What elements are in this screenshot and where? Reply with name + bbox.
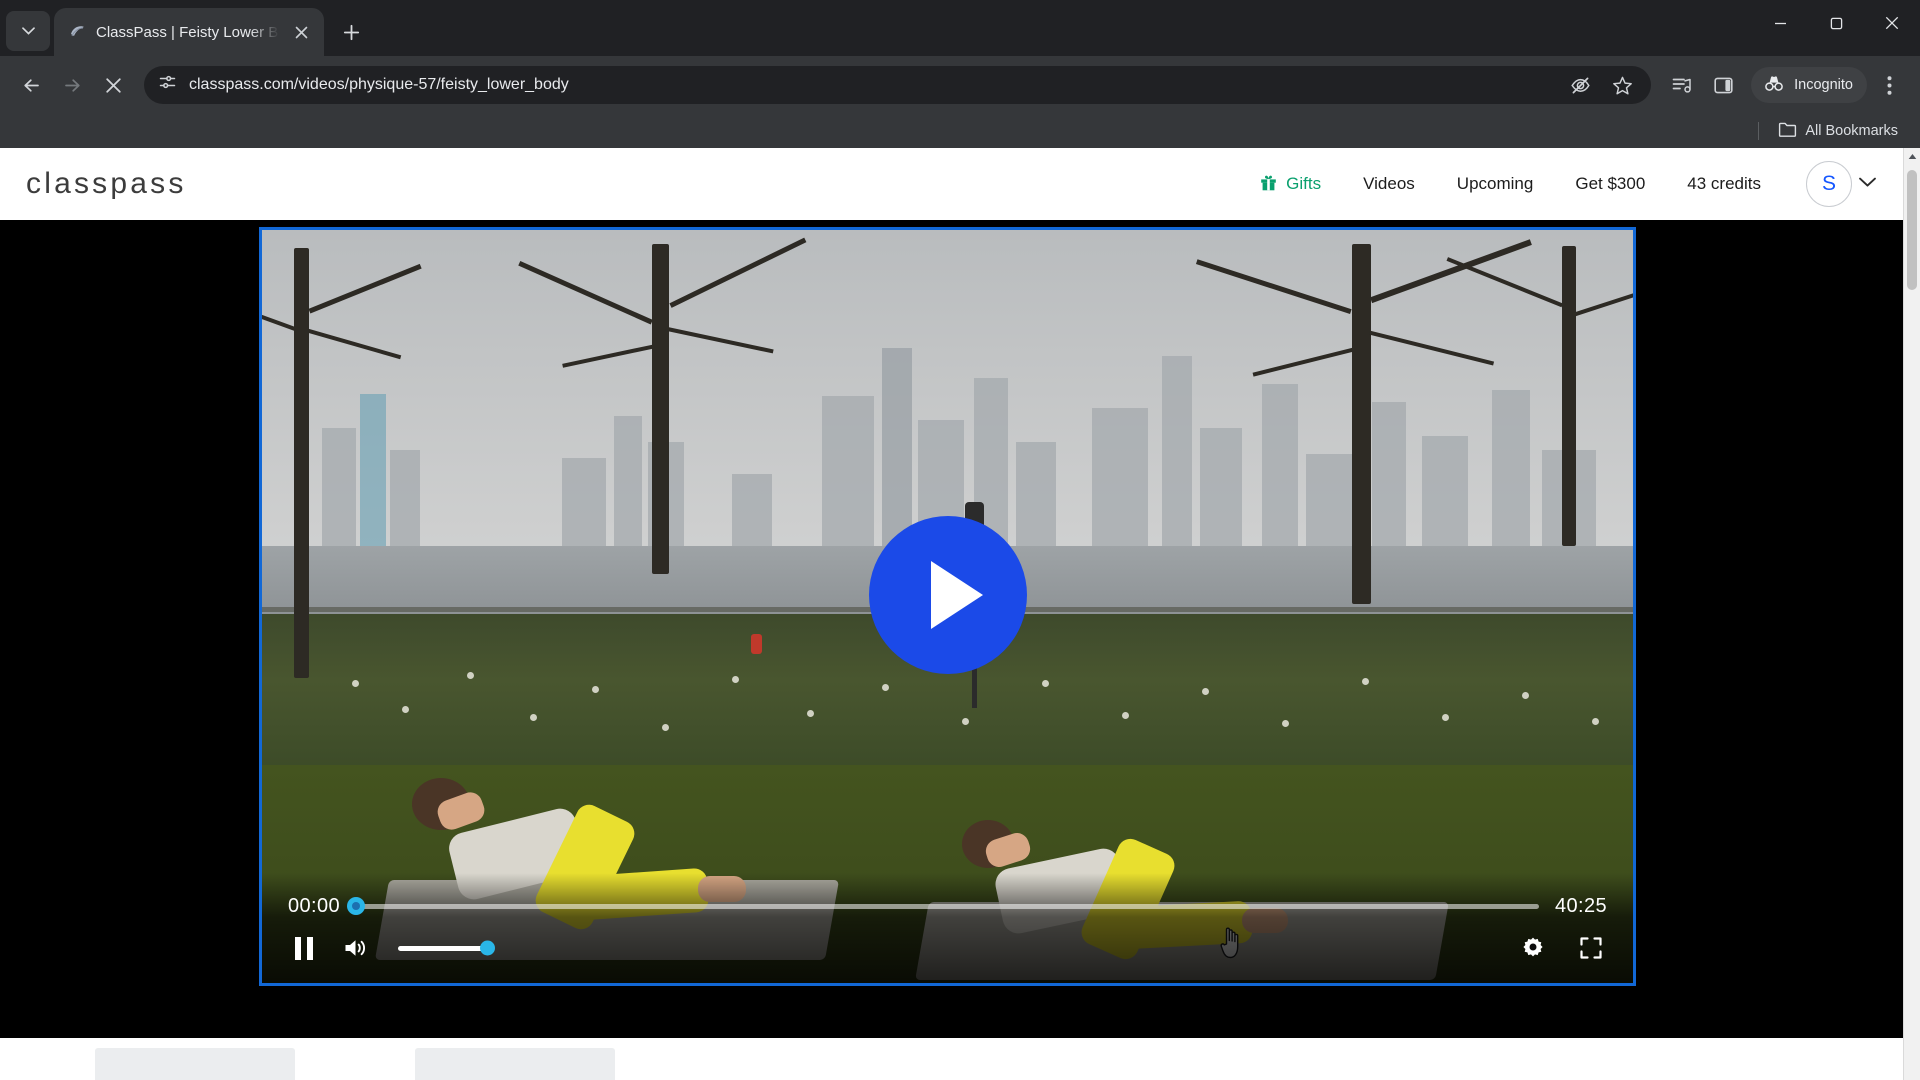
classpass-logo[interactable]: classpass bbox=[26, 167, 187, 201]
tab-close-button[interactable] bbox=[288, 19, 314, 45]
maximize-button[interactable] bbox=[1808, 0, 1864, 46]
minimize-button[interactable] bbox=[1752, 0, 1808, 46]
player-controls: 00:00 40:25 bbox=[262, 873, 1633, 983]
scrollbar-thumb[interactable] bbox=[1907, 170, 1917, 290]
video-player[interactable]: 00:00 40:25 bbox=[259, 227, 1636, 986]
star-icon[interactable] bbox=[1603, 66, 1641, 104]
nav-link-upcoming[interactable]: Upcoming bbox=[1436, 174, 1555, 194]
close-icon bbox=[295, 26, 307, 38]
arrow-left-icon bbox=[23, 78, 39, 92]
scroll-up-button[interactable] bbox=[1904, 148, 1920, 165]
folder-icon bbox=[1778, 121, 1797, 142]
nav-link-gifts[interactable]: Gifts bbox=[1239, 173, 1342, 196]
eye-slash-icon[interactable] bbox=[1561, 66, 1599, 104]
settings-button[interactable] bbox=[1517, 932, 1549, 964]
page-card-placeholder bbox=[415, 1048, 615, 1080]
play-button[interactable] bbox=[868, 516, 1027, 675]
url-text: classpass.com/videos/physique-57/feisty_… bbox=[189, 76, 569, 93]
incognito-hat-icon bbox=[1762, 74, 1786, 97]
pause-button[interactable] bbox=[288, 932, 320, 964]
new-tab-button[interactable] bbox=[334, 15, 368, 49]
window-controls bbox=[1752, 0, 1920, 46]
mute-button[interactable] bbox=[340, 932, 372, 964]
close-icon bbox=[1885, 16, 1899, 30]
bookmarks-bar: All Bookmarks bbox=[0, 114, 1920, 148]
browser-tab[interactable]: ClassPass | Feisty Lower Body w bbox=[54, 8, 324, 56]
page-settings-icon[interactable] bbox=[158, 73, 177, 97]
all-bookmarks-label: All Bookmarks bbox=[1805, 123, 1898, 139]
browser-window: ClassPass | Feisty Lower Body w bbox=[0, 0, 1920, 1080]
site-header: classpass Gifts Videos Upcoming Get $300… bbox=[0, 148, 1903, 220]
volume-handle[interactable] bbox=[480, 940, 495, 956]
pause-icon bbox=[295, 936, 313, 960]
gift-icon bbox=[1260, 173, 1277, 196]
nav-link-videos[interactable]: Videos bbox=[1342, 174, 1436, 194]
minimize-icon bbox=[1774, 22, 1786, 24]
chevron-down-icon bbox=[21, 27, 35, 35]
nav-link-get-300[interactable]: Get $300 bbox=[1554, 174, 1666, 194]
seek-row: 00:00 40:25 bbox=[288, 873, 1607, 925]
video-stage: 00:00 40:25 bbox=[0, 220, 1903, 1038]
page-scrollbar[interactable] bbox=[1903, 148, 1920, 1080]
play-triangle-icon bbox=[930, 561, 983, 630]
back-button[interactable] bbox=[12, 66, 50, 104]
fullscreen-button[interactable] bbox=[1575, 932, 1607, 964]
forward-button bbox=[53, 66, 91, 104]
volume-slider[interactable] bbox=[398, 940, 495, 956]
close-icon bbox=[105, 77, 121, 93]
plus-icon bbox=[343, 24, 359, 40]
below-fold-strip bbox=[0, 1038, 1903, 1080]
tab-strip: ClassPass | Feisty Lower Body w bbox=[0, 0, 1920, 56]
account-menu[interactable]: S bbox=[1782, 161, 1877, 207]
avatar: S bbox=[1806, 161, 1852, 207]
three-dot-menu-icon[interactable] bbox=[1870, 66, 1908, 104]
control-buttons-row bbox=[288, 925, 1607, 971]
tab-title: ClassPass | Feisty Lower Body w bbox=[96, 23, 279, 41]
tab-search-button[interactable] bbox=[6, 11, 50, 51]
classpass-page: classpass Gifts Videos Upcoming Get $300… bbox=[0, 148, 1903, 1080]
close-window-button[interactable] bbox=[1864, 0, 1920, 46]
page-card-placeholder bbox=[95, 1048, 295, 1080]
maximize-icon bbox=[1830, 17, 1842, 29]
classpass-favicon bbox=[68, 23, 87, 42]
gear-icon bbox=[1523, 937, 1543, 957]
incognito-label: Incognito bbox=[1794, 77, 1853, 93]
current-time-label: 00:00 bbox=[288, 894, 341, 917]
seek-handle[interactable] bbox=[347, 897, 366, 915]
side-panel-icon[interactable] bbox=[1704, 66, 1742, 104]
omnibox-actions bbox=[1561, 66, 1641, 104]
incognito-indicator[interactable]: Incognito bbox=[1751, 67, 1867, 103]
site-nav: Gifts Videos Upcoming Get $300 43 credit… bbox=[1239, 161, 1877, 207]
jogger bbox=[751, 634, 762, 654]
stop-loading-button[interactable] bbox=[94, 66, 132, 104]
caret-up-icon bbox=[1908, 154, 1916, 159]
chevron-down-icon bbox=[1858, 175, 1877, 193]
address-bar[interactable]: classpass.com/videos/physique-57/feisty_… bbox=[144, 66, 1652, 104]
browser-toolbar: classpass.com/videos/physique-57/feisty_… bbox=[0, 56, 1920, 114]
page-viewport: classpass Gifts Videos Upcoming Get $300… bbox=[0, 148, 1920, 1080]
fullscreen-icon bbox=[1580, 937, 1602, 959]
arrow-right-icon bbox=[64, 78, 80, 92]
reading-list-icon[interactable] bbox=[1663, 66, 1701, 104]
duration-label: 40:25 bbox=[1554, 894, 1607, 917]
bookmarks-divider bbox=[1758, 122, 1760, 140]
seek-bar[interactable] bbox=[347, 897, 1539, 915]
nav-link-credits[interactable]: 43 credits bbox=[1666, 174, 1782, 194]
volume-high-icon bbox=[345, 940, 366, 956]
right-controls bbox=[1517, 932, 1607, 964]
nav-label-gifts: Gifts bbox=[1286, 174, 1322, 193]
all-bookmarks-button[interactable]: All Bookmarks bbox=[1778, 121, 1898, 142]
